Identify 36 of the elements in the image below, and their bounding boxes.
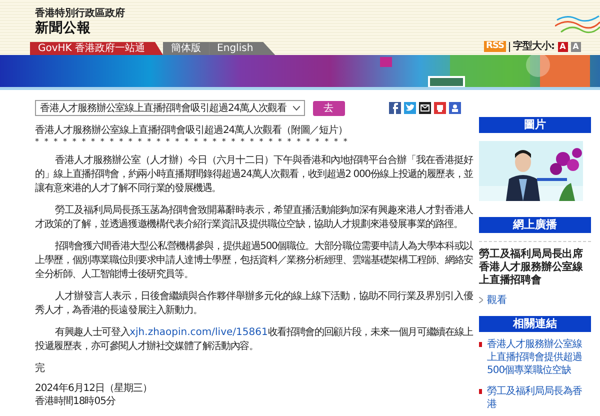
date-text: 2024年6月12日（星期三） [35,382,154,395]
nav-link[interactable]: GovHK 香港政府一站通 [30,42,164,55]
print-icon[interactable] [434,102,446,114]
paragraph: 香港人才服務辦公室（人才辦）今日（六月十二日）下午與香港和內地招聘平台合辦「我在香港挺好的」線上直播招聘會，約兩小時直播期間錄得超過24萬人次觀看，收到超過2 000份線上投遞的履歷表，並讓有意來港的人才了解不同行業的發展機遇。 [35,154,473,196]
paragraph: 人才辦發言人表示，日後會繼續與合作夥伴舉辦多元化的線上線下活動，協助不同行業及界別引入優秀人才，為香港的長遠發展注入新動力。 [35,290,473,318]
paragraph: 勞工及福利局局長孫玉菡為招聘會致開幕辭時表示，希望直播活動能夠加深有興趣來港人才對香港人才政策的了解，並透過獲邀機構代表介紹行業資訊及提供職位空缺，協助人才規劃來港發展事業的路徑。 [35,204,473,232]
person-icon[interactable] [448,102,461,114]
time-text: 香港時間18時05分 [35,395,116,408]
mail-icon[interactable] [418,102,431,114]
related-link[interactable]: 勞工及福利局局長為香港 [487,385,591,411]
article-title: 香港人才服務辦公室線上直播招聘會吸引超過24萬人次觀看（附圖／短片） [35,124,348,137]
font-size-button[interactable]: A [570,42,580,52]
nav-link[interactable]: English [209,42,276,55]
paragraph: 招聘會獲六間香港大型公私營機構參與，提供超過500個職位。大部分職位需要申請人為大學本科或以上學歷，個別專業職位則要求申請人達博士學歷，包括資料／業務分析經理、雲端基礎架構工程師、網絡安全分析師、人工智能博士後研究員等。 [35,240,473,282]
go-button[interactable]: 去 [312,100,345,116]
font-size-label: 字型大小: [509,42,554,52]
separator-text: * * * * * * * * * * * * * * * * * * * * * * * * * * * * * * * * * * [35,137,350,146]
section-heading: 圖片 [479,117,591,133]
webcast-title: 勞工及福利局局長出席香港人才服務辦公室線上直播招聘會 [479,248,584,287]
site-title: 新聞公報 [35,19,91,37]
chevron-right-icon [479,297,483,303]
end-mark: 完 [35,362,46,376]
nav-link[interactable]: 簡体版 [163,42,210,55]
article-dropdown[interactable]: 香港人才服務辦公室線上直播招聘會吸引超過24萬人次觀看 [35,100,305,116]
section-heading: 網上廣播 [479,217,591,233]
watch-link[interactable]: 觀看 [479,293,591,307]
agency-name: 香港特別行政區政府 [35,6,125,20]
font-size-button[interactable]: A [558,42,568,52]
section-heading: 相關連結 [479,316,591,332]
live-link[interactable]: xjh.zhaopin.com/live/15861 [130,327,268,338]
facebook-icon[interactable] [388,102,401,114]
related-link[interactable]: 香港人才服務辦公室線上直播招聘會提供超過500個專業職位空缺 [487,338,591,377]
bullet-icon [479,342,482,347]
bullet-icon [479,389,482,394]
paragraph: 有興趣人士可登入xjh.zhaopin.com/live/15861收看招聘會的回顧片段，未來一個月可繼續在線上投遞履歷表，亦可參閱人才辦社交媒體了解活動內容。 [35,326,473,354]
chevron-down-icon [292,106,300,110]
